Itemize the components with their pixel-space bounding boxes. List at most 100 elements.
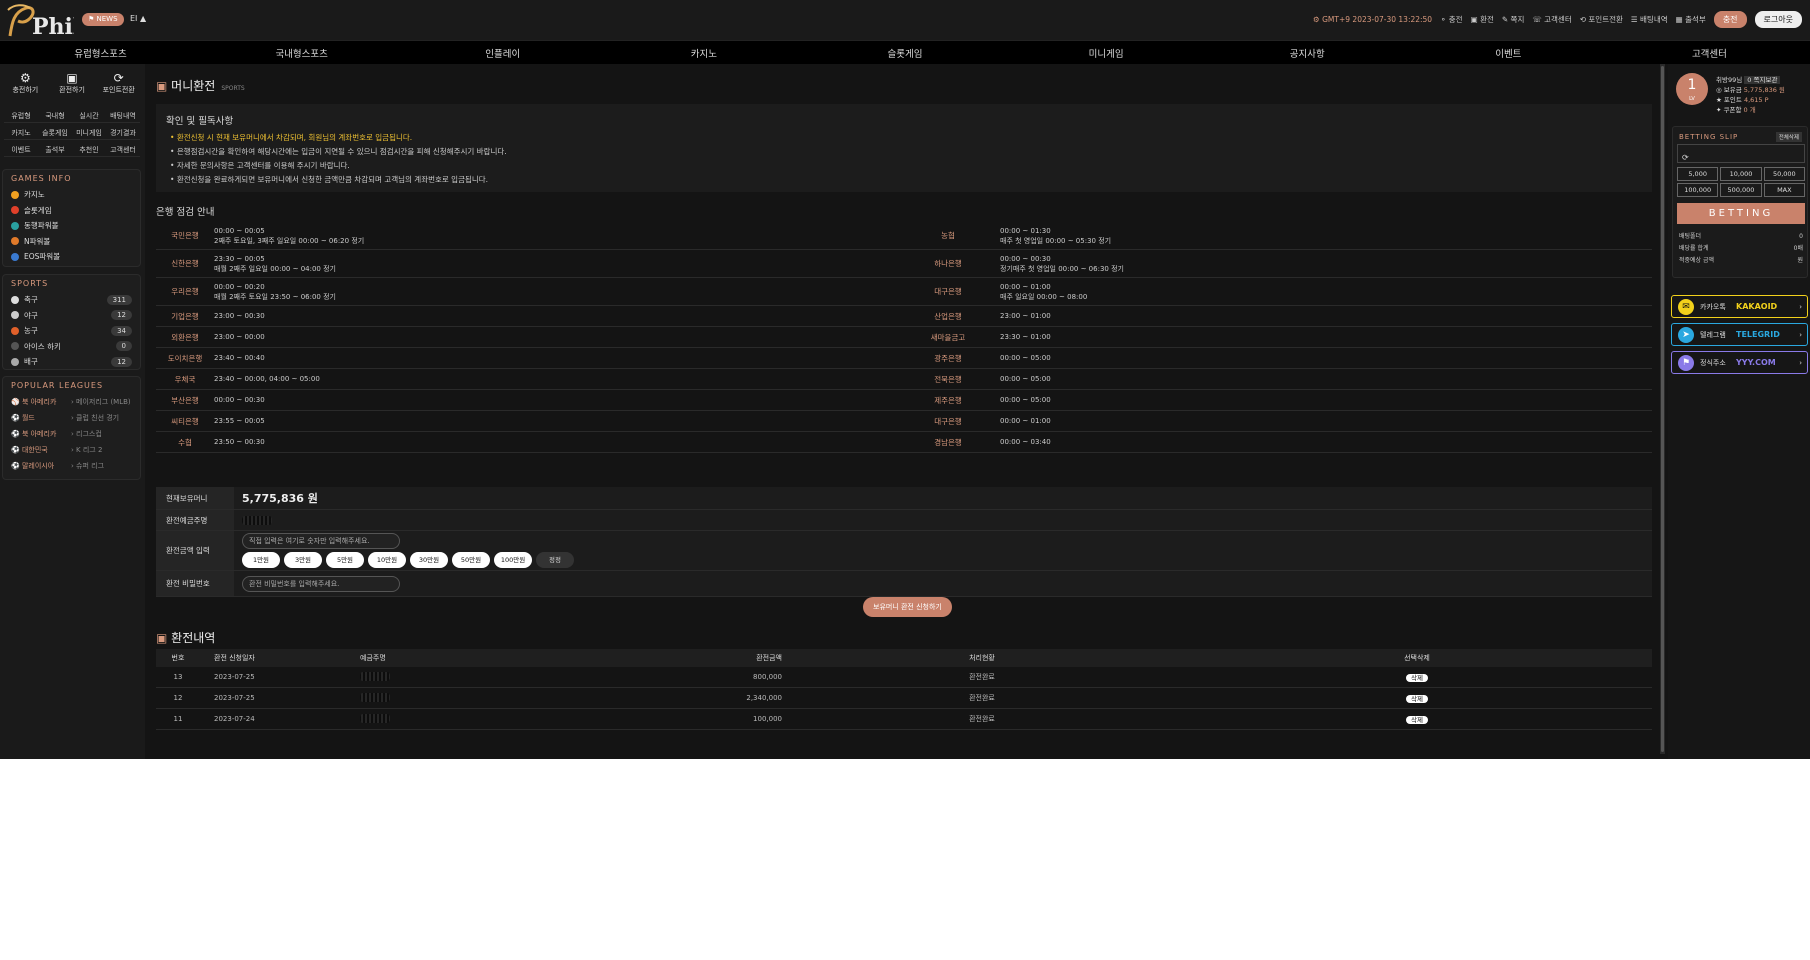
chip-button[interactable]: 500,000 [1720, 183, 1762, 197]
address-link[interactable]: ⚑ 정식주소 YYY.COM › [1671, 351, 1808, 374]
form-row-account: 환전예금주명 [156, 510, 1652, 531]
charge-button[interactable]: 충전 [1713, 11, 1747, 28]
amount-button[interactable]: 100만원 [494, 552, 532, 568]
chevron-right-icon: › [1799, 358, 1802, 367]
nav-notice[interactable]: 공지사항 [1207, 46, 1408, 60]
grid-item[interactable]: 카지노 [4, 126, 38, 140]
league-item[interactable]: ⚾ 북 아메리카 › 메이저리그 (MLB) [3, 394, 140, 410]
quick-point-button[interactable]: ⟳ 포인트전환 [95, 72, 142, 102]
withdraw-submit-button[interactable]: 보유머니 환전 신청하기 [863, 597, 952, 617]
amount-button[interactable]: 3만원 [284, 552, 322, 568]
table-row: 11 2023-07-24 100,000 환전완료 삭제 [156, 709, 1652, 730]
nav-casino[interactable]: 카지노 [603, 46, 804, 60]
chip-max-button[interactable]: MAX [1763, 183, 1805, 197]
sport-item-hockey[interactable]: 아이스 하키 0 [3, 339, 140, 355]
table-row: 신한은행 23:30 ~ 00:05 매월 2째주 일요일 00:00 ~ 04:0… [156, 250, 1652, 278]
nav-support[interactable]: 고객센터 [1609, 46, 1810, 60]
table-row: 수협 23:50 ~ 00:30 경남은행 00:00 ~ 03:40 [156, 432, 1652, 453]
game-item[interactable]: 동행파워볼 [3, 218, 140, 234]
refresh-icon[interactable]: ⟳ [1678, 153, 1689, 162]
quick-actions: ⚙ 충전하기 ▣ 환전하기 ⟳ 포인트전환 [2, 72, 142, 102]
account-label: 환전예금주명 [156, 510, 234, 530]
top-link-withdraw[interactable]: ▣ 환전 [1471, 14, 1494, 25]
right-sidebar: 1 LV 취방99님 0 쪽지보관 ◎ 보유금 5,775,836 원 ★ 포인트… [1668, 64, 1810, 759]
grid-item[interactable]: 배팅내역 [106, 109, 140, 123]
game-item[interactable]: 카지노 [3, 187, 140, 203]
betting-button[interactable]: BETTING [1677, 203, 1805, 224]
delete-button[interactable]: 삭제 [1406, 695, 1428, 703]
content-scroll-thumb[interactable] [1661, 66, 1664, 752]
grid-item[interactable]: 경기결과 [106, 126, 140, 140]
grid-item[interactable]: 슬롯게임 [38, 126, 72, 140]
leagues-panel: POPULAR LEAGUES ⚾ 북 아메리카 › 메이저리그 (MLB) ⚽ … [2, 376, 141, 480]
nav-inplay[interactable]: 인플레이 [402, 46, 603, 60]
game-item[interactable]: N파워볼 [3, 234, 140, 250]
site-logo[interactable]: Phil [6, 2, 74, 40]
game-item[interactable]: 슬롯게임 [3, 203, 140, 219]
main-nav: 유럽형스포츠 국내형스포츠 인플레이 카지노 슬롯게임 미니게임 공지사항 이벤… [0, 41, 1810, 64]
top-link-attendance[interactable]: ▦ 출석부 [1676, 14, 1706, 25]
top-link-message[interactable]: ✎ 쪽지 [1502, 14, 1524, 25]
chip-button[interactable]: 100,000 [1677, 183, 1719, 197]
chevron-right-icon: › [1799, 330, 1802, 339]
table-row: 13 2023-07-25 800,000 환전완료 삭제 [156, 667, 1652, 688]
nav-slot[interactable]: 슬롯게임 [804, 46, 1005, 60]
grid-item[interactable]: 이벤트 [4, 143, 38, 157]
top-link-bets[interactable]: ☰ 배팅내역 [1631, 14, 1668, 25]
amount-button[interactable]: 10만원 [368, 552, 406, 568]
kakao-link[interactable]: ✉ 카카오톡 KAKAOID › [1671, 295, 1808, 318]
volleyball-icon [11, 357, 19, 366]
sport-item-basketball[interactable]: 농구 34 [3, 323, 140, 339]
grid-item[interactable]: 국내형 [38, 109, 72, 123]
chip-button[interactable]: 10,000 [1720, 167, 1762, 181]
notice-item: • 환전신청 시 현재 보유머니에서 차감되며, 회원님의 계좌번호로 입금됩니… [170, 133, 413, 142]
top-link-support[interactable]: ☏ 고객센터 [1532, 14, 1571, 25]
sport-item-baseball[interactable]: 야구 12 [3, 308, 140, 324]
grid-item[interactable]: 추천인 [72, 143, 106, 157]
notice-box: 확인 및 필독사항 • 환전신청 시 현재 보유머니에서 차감되며, 회원님의 … [156, 104, 1652, 192]
chip-button[interactable]: 5,000 [1677, 167, 1719, 181]
amount-button[interactable]: 30만원 [410, 552, 448, 568]
nav-euro-sports[interactable]: 유럽형스포츠 [0, 46, 201, 60]
game-item[interactable]: EOS파워볼 [3, 249, 140, 265]
top-link-point[interactable]: ⟲ 포인트전환 [1580, 14, 1623, 25]
league-item[interactable]: ⚽ 월드 › 클럽 친선 경기 [3, 410, 140, 426]
casino-icon [11, 190, 19, 199]
league-item[interactable]: ⚽ 말레이시아 › 슈퍼 리그 [3, 458, 140, 474]
top-link-charge[interactable]: ⚬ 충전 [1440, 14, 1462, 25]
message-badge[interactable]: 0 쪽지보관 [1744, 76, 1781, 84]
grid-item[interactable]: 실시간 [72, 109, 106, 123]
slip-amount-input[interactable]: ⟳ [1677, 144, 1805, 163]
grid-item[interactable]: 미니게임 [72, 126, 106, 140]
sport-item-soccer[interactable]: 축구 311 [3, 292, 140, 308]
quick-withdraw-button[interactable]: ▣ 환전하기 [49, 72, 96, 102]
news-badge[interactable]: ⚑ NEWS [82, 13, 124, 26]
delete-button[interactable]: 삭제 [1406, 716, 1428, 724]
grid-item[interactable]: 유럽형 [4, 109, 38, 123]
grid-item[interactable]: 고객센터 [106, 143, 140, 157]
clear-slip-button[interactable]: 전체삭제 [1775, 132, 1802, 142]
telegram-link[interactable]: ➤ 텔레그램 TELEGRID › [1671, 323, 1808, 346]
amount-input[interactable]: 직접 입력은 여기로 숫자만 입력해주세요. [242, 533, 400, 549]
table-header: 번호 환전 신청일자 예금주명 환전금액 처리현황 선택삭제 [156, 649, 1652, 667]
nav-event[interactable]: 이벤트 [1408, 46, 1609, 60]
chip-button[interactable]: 50,000 [1763, 167, 1805, 181]
league-item[interactable]: ⚽ 대한민국 › K 리그 2 [3, 442, 140, 458]
notice-title: 확인 및 필독사항 [166, 116, 234, 127]
balance-value: 5,775,836 원 [242, 492, 318, 505]
quick-deposit-button[interactable]: ⚙ 충전하기 [2, 72, 49, 102]
amount-button[interactable]: 5만원 [326, 552, 364, 568]
password-input[interactable]: 환전 비밀번호를 입력해주세요. [242, 575, 400, 592]
amount-label: 환전금액 입력 [156, 531, 234, 570]
baseball-icon [11, 311, 19, 320]
delete-button[interactable]: 삭제 [1406, 674, 1428, 682]
reset-button[interactable]: 정정 [536, 552, 574, 568]
logout-button[interactable]: 로그아웃 [1754, 11, 1802, 28]
nav-korean-sports[interactable]: 국내형스포츠 [201, 46, 402, 60]
amount-button[interactable]: 1만원 [242, 552, 280, 568]
sport-item-volleyball[interactable]: 배구 12 [3, 354, 140, 370]
nav-minigame[interactable]: 미니게임 [1006, 46, 1207, 60]
amount-button[interactable]: 50만원 [452, 552, 490, 568]
grid-item[interactable]: 출석부 [38, 143, 72, 157]
league-item[interactable]: ⚽ 북 아메리카 › 리그스컵 [3, 426, 140, 442]
